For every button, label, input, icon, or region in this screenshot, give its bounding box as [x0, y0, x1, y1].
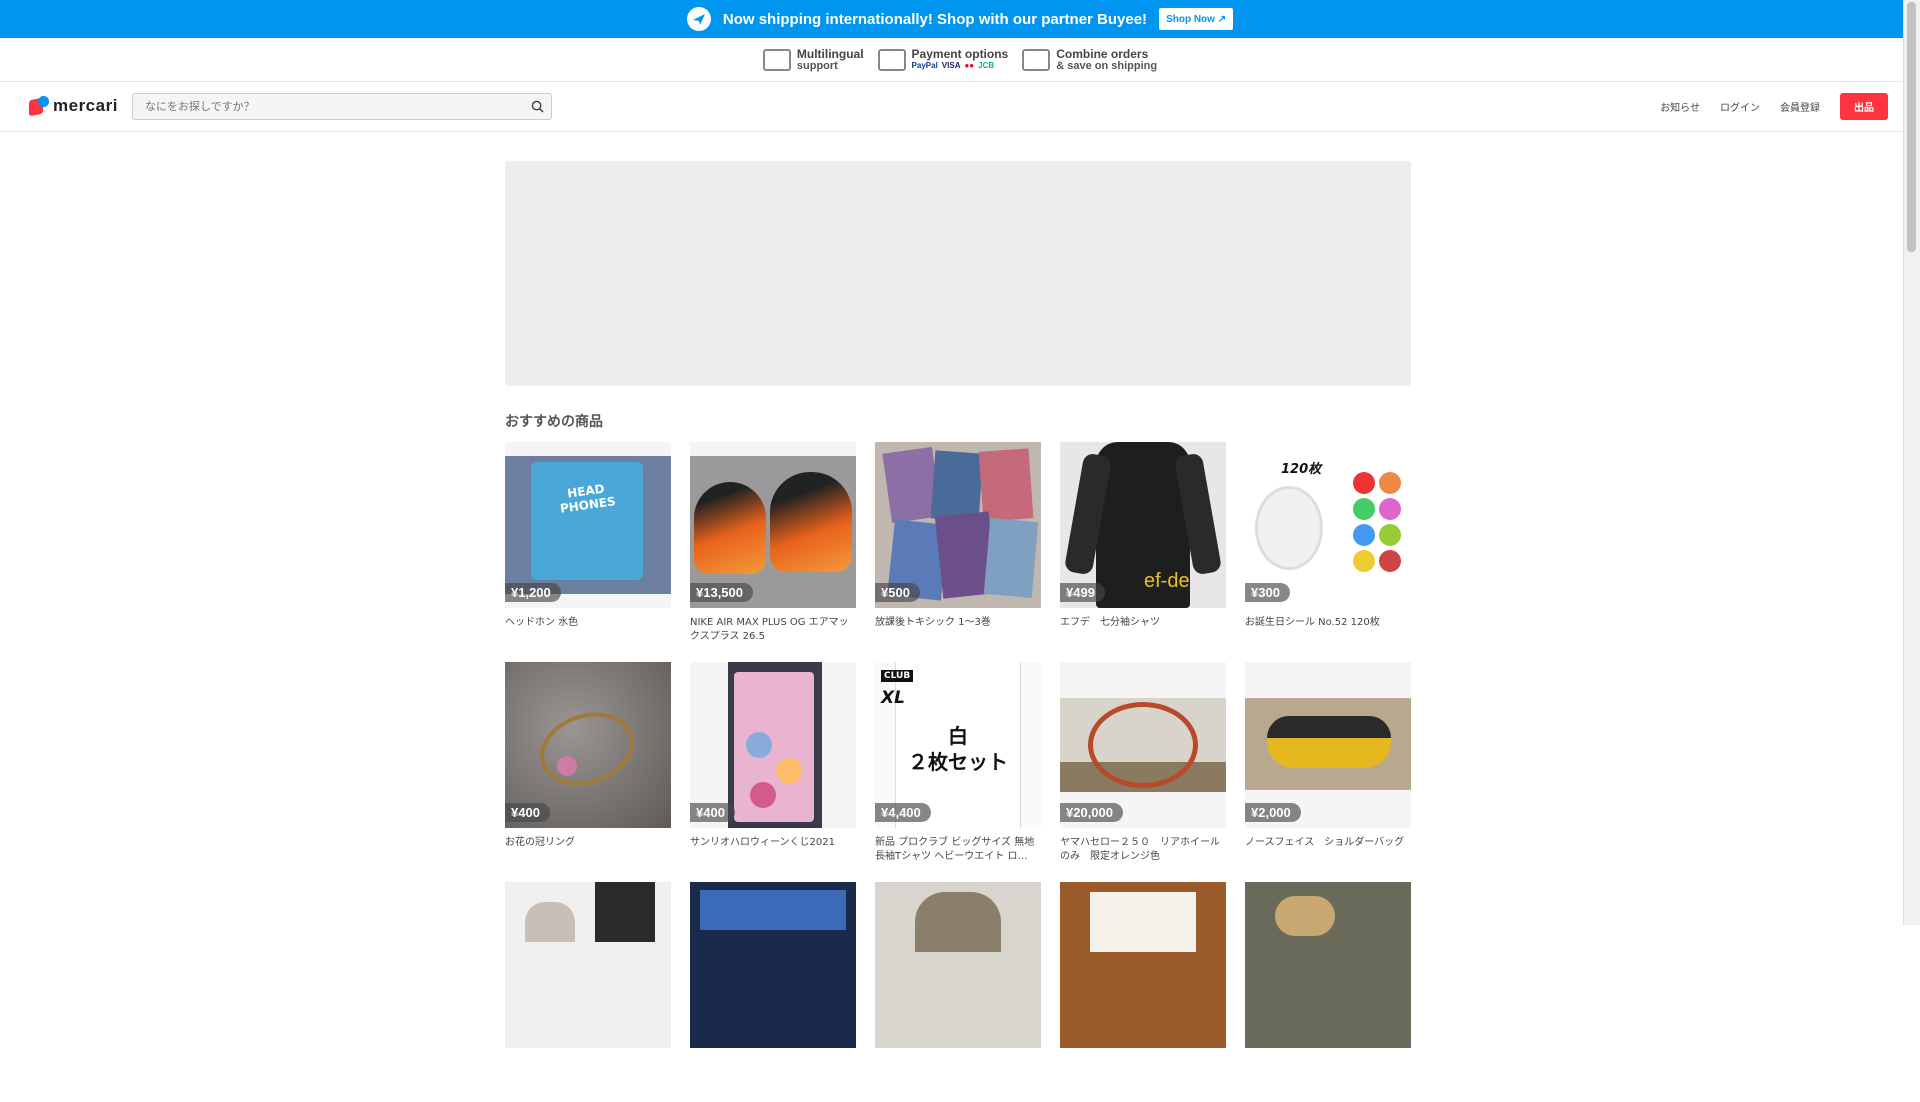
product-thumbnail[interactable]	[690, 882, 856, 1048]
product-grid: HEAD PHONES ¥1,200 ヘッドホン 水色 ¥13,500 NIKE…	[505, 442, 1415, 1102]
product-card[interactable]	[1060, 882, 1226, 1102]
product-name: ノースフェイス ショルダーバッグ	[1245, 837, 1405, 848]
product-name: お花の冠リング	[505, 837, 575, 848]
jcb-logo: JCB	[978, 60, 995, 70]
visa-logo: VISA	[941, 60, 961, 70]
product-overlay-text: 白	[948, 724, 968, 748]
product-thumbnail[interactable]: ¥400	[505, 662, 671, 828]
product-card[interactable]: HEAD PHONES ¥1,200 ヘッドホン 水色	[505, 442, 671, 662]
mercari-logo[interactable]: mercari	[29, 96, 118, 117]
product-overlay-text: ef-de	[1144, 570, 1190, 592]
price-tag: ¥500	[875, 583, 920, 602]
product-thumbnail[interactable]: ¥13,500	[690, 442, 856, 608]
product-card[interactable]: CLUB XL 白 ２枚セット ¥4,400 新品 プロクラブ ビッグサイズ 無…	[875, 662, 1041, 882]
feature-title: Combine orders	[1056, 46, 1149, 61]
price-tag: ¥20,000	[1060, 803, 1123, 822]
search-input[interactable]	[133, 94, 523, 119]
product-thumbnail[interactable]	[1060, 882, 1226, 1048]
price-tag: ¥400	[505, 803, 550, 822]
login-link[interactable]: ログイン	[1720, 99, 1760, 114]
site-header: mercari お知らせ ログイン 会員登録 出品	[0, 82, 1920, 132]
paypal-logo: PayPal	[911, 60, 938, 70]
product-name: 新品 プロクラブ ビッグサイズ 無地 長袖Tシャツ ヘビーウエイト ロ…	[875, 837, 1035, 862]
price-tag: ¥1,200	[505, 583, 561, 602]
box-icon	[1022, 48, 1051, 71]
product-thumbnail[interactable]: CLUB XL 白 ２枚セット ¥4,400	[875, 662, 1041, 828]
payment-logos: PayPal VISA ●● JCB	[912, 60, 1009, 72]
banner-message: Now shipping internationally! Shop with …	[722, 10, 1148, 28]
promo-banner[interactable]: Now shipping internationally! Shop with …	[0, 0, 1920, 38]
feature-combine: Combine orders & save on shipping	[1022, 48, 1157, 72]
product-card[interactable]: ¥400 お花の冠リング	[505, 662, 671, 882]
product-card[interactable]	[875, 882, 1041, 1102]
logo-mark-icon	[29, 96, 49, 117]
header-nav: お知らせ ログイン 会員登録 出品	[1660, 93, 1888, 120]
feature-payment: Payment options PayPal VISA ●● JCB	[877, 46, 1009, 72]
product-card[interactable]	[505, 882, 671, 1102]
product-card[interactable]: ¥13,500 NIKE AIR MAX PLUS OG エアマックスプラス 2…	[690, 442, 856, 662]
product-name: NIKE AIR MAX PLUS OG エアマックスプラス 26.5	[690, 617, 849, 642]
product-thumbnail[interactable]: ¥2,000	[1245, 662, 1411, 828]
product-card[interactable]: ¥400 サンリオハロウィーンくじ2021	[690, 662, 856, 882]
product-thumbnail[interactable]: ¥20,000	[1060, 662, 1226, 828]
feature-title: Payment options	[911, 46, 1009, 61]
product-thumbnail[interactable]	[1245, 882, 1411, 1048]
product-thumbnail[interactable]: HEAD PHONES ¥1,200	[505, 442, 671, 608]
feature-title: Multilingual	[796, 46, 864, 61]
product-card[interactable]: ¥500 放課後トキシック 1〜3巻	[875, 442, 1041, 662]
product-name: お誕生日シール No.52 120枚	[1245, 617, 1380, 628]
product-name: 放課後トキシック 1〜3巻	[875, 617, 991, 628]
feature-multilingual: Multilingual support	[762, 46, 864, 72]
product-thumbnail[interactable]: 120枚 ¥300	[1245, 442, 1411, 608]
product-card[interactable]: 120枚 ¥300 お誕生日シール No.52 120枚	[1245, 442, 1411, 662]
product-card[interactable]	[1245, 882, 1411, 1102]
price-tag: ¥400	[690, 803, 735, 822]
signup-link[interactable]: 会員登録	[1780, 99, 1820, 114]
shop-now-button[interactable]: Shop Now ↗	[1159, 8, 1234, 30]
notifications-link[interactable]: お知らせ	[1660, 99, 1700, 114]
feature-sub: & save on shipping	[1056, 59, 1158, 72]
search-icon[interactable]	[531, 100, 544, 113]
price-tag: ¥499	[1060, 583, 1105, 602]
card-icon	[877, 48, 906, 71]
section-title: おすすめの商品	[505, 414, 603, 430]
product-overlay-text: CLUB	[881, 670, 914, 682]
product-card[interactable]	[690, 882, 856, 1102]
product-card[interactable]: ¥2,000 ノースフェイス ショルダーバッグ	[1245, 662, 1411, 882]
translate-icon	[762, 48, 791, 71]
product-thumbnail[interactable]: ¥500	[875, 442, 1041, 608]
price-tag: ¥2,000	[1245, 803, 1301, 822]
product-thumbnail[interactable]	[875, 882, 1041, 1048]
logo-text: mercari	[53, 96, 118, 115]
product-card[interactable]: ¥20,000 ヤマハセロー２５０ リアホイールのみ 限定オレンジ色	[1060, 662, 1226, 882]
search-box	[132, 93, 552, 120]
product-card[interactable]: ef-de ¥499 エフデ 七分袖シャツ	[1060, 442, 1226, 662]
product-thumbnail[interactable]: ef-de ¥499	[1060, 442, 1226, 608]
product-name: ヤマハセロー２５０ リアホイールのみ 限定オレンジ色	[1060, 837, 1220, 862]
scrollbar-thumb[interactable]	[1907, 2, 1916, 252]
feature-sub: support	[796, 59, 838, 72]
product-thumbnail[interactable]	[505, 882, 671, 1048]
airplane-icon	[686, 7, 711, 31]
features-strip: Multilingual support Payment options Pay…	[0, 38, 1920, 82]
product-name: エフデ 七分袖シャツ	[1060, 617, 1160, 628]
price-tag: ¥4,400	[875, 803, 931, 822]
price-tag: ¥300	[1245, 583, 1290, 602]
product-overlay-text: ２枚セット	[908, 750, 1008, 774]
hero-banner-placeholder[interactable]	[505, 161, 1411, 386]
sell-button[interactable]: 出品	[1840, 93, 1888, 120]
page-scrollbar[interactable]	[1903, 0, 1920, 925]
product-name: ヘッドホン 水色	[505, 617, 579, 628]
product-name: サンリオハロウィーンくじ2021	[690, 837, 835, 848]
product-thumbnail[interactable]: ¥400	[690, 662, 856, 828]
price-tag: ¥13,500	[690, 583, 753, 602]
mastercard-logo: ●●	[964, 60, 975, 70]
product-overlay-text: 120枚	[1281, 462, 1322, 477]
product-overlay-text: XL	[881, 688, 905, 708]
